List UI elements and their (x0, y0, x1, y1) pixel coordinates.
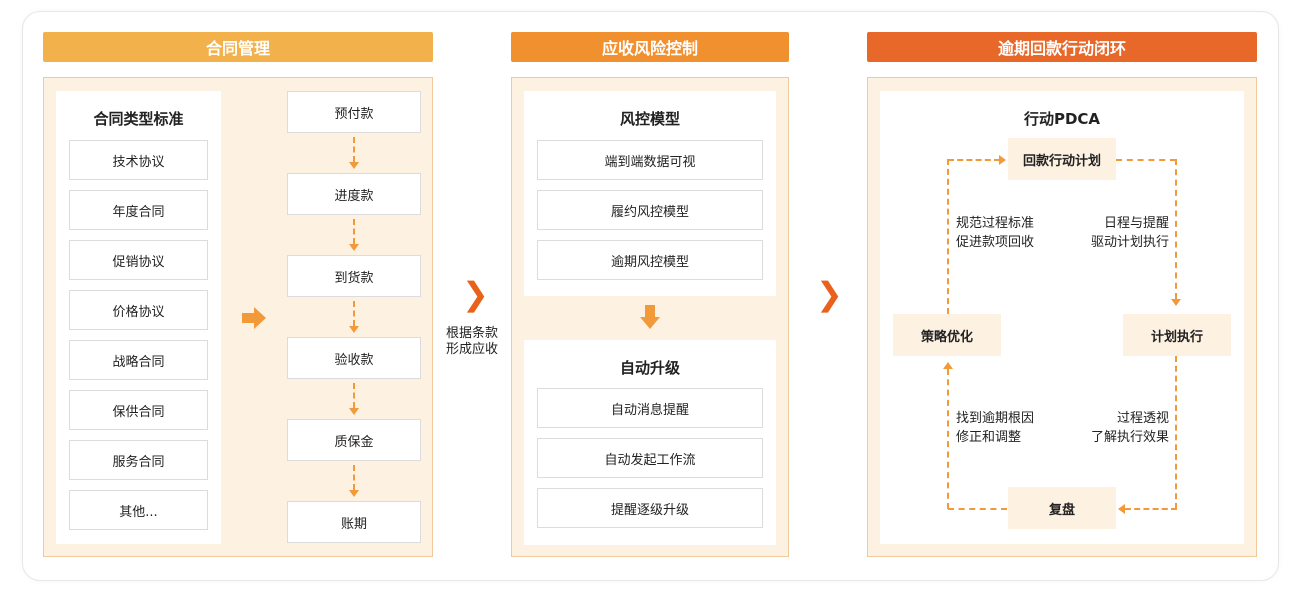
arrow-right-icon (242, 307, 266, 329)
payment-connector (353, 219, 355, 244)
pdca-note-bottom-left: 找到逾期根因 (956, 411, 1035, 426)
arrow-up-icon (943, 362, 953, 369)
pdca-note-bottom-right: 过程透视 (1117, 411, 1170, 426)
contract-types-title: 合同类型标准 (93, 110, 184, 128)
contract-type-item: 年度合同 (69, 190, 208, 230)
contract-type-item: 保供合同 (69, 390, 208, 430)
chevron-right-icon: ❯ (816, 275, 843, 313)
payment-connector (353, 301, 355, 326)
payment-item: 预付款 (287, 91, 421, 133)
payment-item: 验收款 (287, 337, 421, 379)
auto-upgrade-item: 自动消息提醒 (537, 388, 763, 428)
auto-upgrade-title: 自动升级 (619, 359, 680, 377)
payment-item: 进度款 (287, 173, 421, 215)
pdca-do-node: 计划执行 (1123, 314, 1231, 356)
payment-item: 质保金 (287, 419, 421, 461)
pdca-note-top-left: 促进款项回收 (956, 235, 1035, 250)
pdca-loop-line (1175, 159, 1177, 299)
pdca-note-bottom-right: 了解执行效果 (1091, 430, 1170, 445)
overdue-header: 逾期回款行动闭环 (867, 32, 1257, 62)
contract-type-item: 技术协议 (69, 140, 208, 180)
arrow-down-icon (349, 408, 359, 415)
arrow-right-icon (999, 155, 1006, 165)
pdca-act-node: 策略优化 (893, 314, 1001, 356)
payment-item: 账期 (287, 501, 421, 543)
pdca-loop-line (948, 508, 1007, 510)
arrow-down-icon (1171, 299, 1181, 306)
arrow-down-icon (349, 244, 359, 251)
payment-item: 到货款 (287, 255, 421, 297)
auto-upgrade-item: 自动发起工作流 (537, 438, 763, 478)
arrow-down-icon (640, 305, 660, 329)
contract-header: 合同管理 (43, 32, 433, 62)
pdca-note-bottom-left: 修正和调整 (956, 430, 1022, 445)
arrow-down-icon (349, 162, 359, 169)
risk-model-item: 端到端数据可视 (537, 140, 763, 180)
payment-connector (353, 465, 355, 490)
contract-type-item: 战略合同 (69, 340, 208, 380)
pdca-title: 行动PDCA (1023, 110, 1101, 128)
pdca-plan-node: 回款行动计划 (1008, 138, 1116, 180)
connector-label-line: 形成应收 (446, 342, 499, 357)
contract-type-item: 促销协议 (69, 240, 208, 280)
payment-connector (353, 383, 355, 408)
pdca-note-top-left: 规范过程标准 (956, 216, 1035, 231)
contract-type-item: 价格协议 (69, 290, 208, 330)
contract-type-item: 服务合同 (69, 440, 208, 480)
pdca-note-top-right: 日程与提醒 (1104, 216, 1170, 231)
risk-header: 应收风险控制 (511, 32, 789, 62)
arrow-left-icon (1118, 504, 1125, 514)
pdca-loop-line (948, 159, 1000, 161)
auto-upgrade-item: 提醒逐级升级 (537, 488, 763, 528)
contract-type-item: 其他... (69, 490, 208, 530)
pdca-loop-line (1175, 356, 1177, 509)
risk-model-item: 履约风控模型 (537, 190, 763, 230)
arrow-down-icon (349, 490, 359, 497)
pdca-loop-line (947, 159, 949, 314)
pdca-loop-line (1116, 159, 1176, 161)
risk-model-title: 风控模型 (619, 110, 680, 128)
pdca-check-node: 复盘 (1008, 487, 1116, 529)
pdca-loop-line (1125, 508, 1177, 510)
chevron-right-icon: ❯ (462, 275, 489, 313)
arrow-down-icon (349, 326, 359, 333)
risk-model-item: 逾期风控模型 (537, 240, 763, 280)
pdca-note-top-right: 驱动计划执行 (1091, 235, 1170, 250)
pdca-loop-line (947, 369, 949, 509)
payment-connector (353, 137, 355, 162)
